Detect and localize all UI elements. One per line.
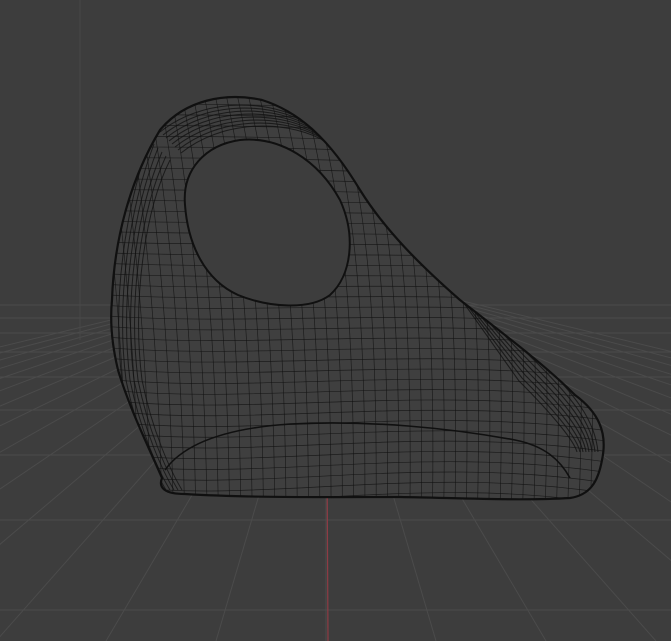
3d-viewport[interactable] — [0, 0, 671, 641]
viewport-canvas[interactable] — [0, 0, 671, 641]
